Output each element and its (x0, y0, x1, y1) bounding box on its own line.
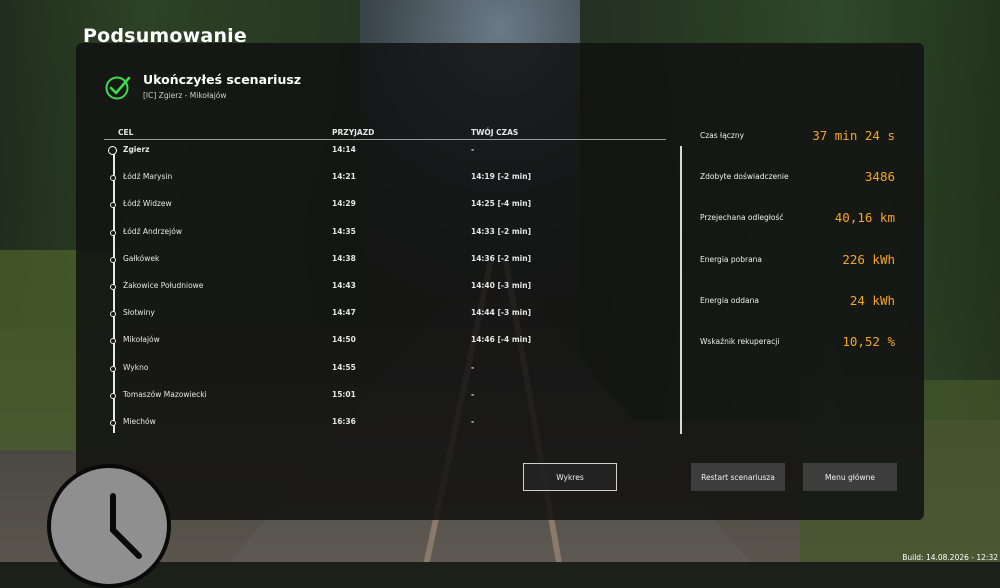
stat-value: 37 min 24 s (812, 128, 895, 143)
cell-stop: Gałkówek (123, 253, 160, 263)
table-row: Tomaszów Mazowiecki 15:01 - (0, 390, 1000, 404)
cell-your-time: - (471, 362, 475, 372)
cell-stop: Łódź Marysin (123, 172, 173, 182)
cell-arrival: 14:29 (332, 199, 356, 209)
chart-button[interactable]: Wykres (523, 463, 617, 491)
stop-marker-icon (110, 311, 116, 318)
stop-marker-icon (110, 392, 116, 399)
stop-marker-icon (110, 284, 116, 290)
column-header-your-time: TWÓJ CZAS (471, 128, 519, 137)
stop-marker-icon (110, 365, 116, 372)
cell-your-time: 14:19 [-2 min] (471, 172, 532, 182)
cell-arrival: 14:14 (332, 145, 356, 154)
cell-arrival: 14:38 (332, 253, 356, 263)
stat-value: 226 kWh (842, 251, 895, 267)
cell-stop: Łódź Widzew (123, 199, 172, 209)
table-row: Łódź Marysin 14:21 14:19 [-2 min] (0, 172, 1000, 186)
stat-label: Energia oddana (700, 295, 759, 305)
table-row: Zgierz 14:14 - (0, 145, 1000, 159)
table-row: Słotwiny 14:47 14:44 [-3 min] (0, 308, 1000, 322)
cell-stop: Zgierz (123, 145, 150, 154)
column-header-arrival: PRZYJAZD (332, 128, 375, 137)
cell-arrival: 14:47 (332, 308, 356, 318)
stop-marker-icon (108, 146, 117, 155)
stat-label: Wskaźnik rekuperacji (700, 337, 780, 346)
clock-icon (47, 464, 171, 588)
cell-your-time: - (471, 145, 475, 154)
column-header-target: CEL (118, 128, 134, 137)
cell-stop: Miechów (123, 417, 156, 426)
cell-stop: Łódź Andrzejów (123, 226, 182, 236)
stat-label: Czas łączny (700, 131, 745, 140)
stat-value: 24 kWh (849, 292, 895, 308)
restart-scenario-button[interactable]: Restart scenariusza (691, 463, 785, 491)
stat-label: Zdobyte doświadczenie (700, 172, 789, 182)
route-name: [IC] Zgierz - Mikołajów (143, 91, 227, 100)
cell-arrival: 14:43 (332, 281, 356, 290)
stat-value: 40,16 km (834, 210, 895, 226)
cell-stop: Mikołajów (123, 335, 160, 345)
table-row: Wykno 14:55 - (0, 363, 1000, 377)
cell-stop: Słotwiny (123, 308, 155, 318)
table-row: Łódź Andrzejów 14:35 14:33 [-2 min] (0, 227, 1000, 241)
check-icon (105, 76, 131, 100)
scrollbar[interactable] (680, 146, 682, 434)
stop-marker-icon (110, 229, 116, 236)
cell-arrival: 14:35 (332, 226, 356, 236)
stop-marker-icon (110, 256, 116, 263)
cell-your-time: 14:40 [-3 min] (471, 281, 532, 290)
stop-marker-icon (110, 202, 116, 209)
scenario-status: Ukończyłeś scenariusz (143, 72, 302, 87)
stat-label: Energia pobrana (700, 254, 763, 264)
table-row: Miechów 16:36 - (0, 417, 1000, 431)
cell-your-time: 14:33 [-2 min] (471, 226, 532, 236)
header-divider (104, 139, 666, 140)
cell-stop: Wykno (123, 362, 149, 372)
cell-arrival: 16:36 (332, 417, 356, 426)
cell-arrival: 14:55 (332, 362, 356, 372)
stop-marker-icon (110, 420, 116, 426)
cell-your-time: 14:36 [-2 min] (471, 253, 532, 263)
cell-your-time: 14:46 [-4 min] (471, 335, 532, 345)
cell-arrival: 14:50 (332, 335, 356, 345)
cell-arrival: 15:01 (332, 389, 356, 399)
cell-stop: Tomaszów Mazowiecki (123, 389, 207, 399)
build-info: Build: 14.08.2026 - 12:32 (902, 553, 998, 562)
stat-value: 10,52 % (842, 334, 895, 349)
cell-your-time: 14:25 [-4 min] (471, 199, 532, 209)
stop-marker-icon (110, 338, 116, 345)
main-menu-button[interactable]: Menu główne (803, 463, 897, 491)
cell-your-time: 14:44 [-3 min] (471, 308, 532, 318)
stat-value: 3486 (864, 169, 895, 185)
cell-your-time: - (471, 417, 475, 426)
cell-your-time: - (471, 389, 475, 399)
cell-arrival: 14:21 (332, 172, 356, 182)
stat-label: Przejechana odległość (700, 213, 784, 223)
stop-marker-icon (110, 175, 116, 182)
cell-stop: Żakowice Południowe (123, 281, 204, 290)
